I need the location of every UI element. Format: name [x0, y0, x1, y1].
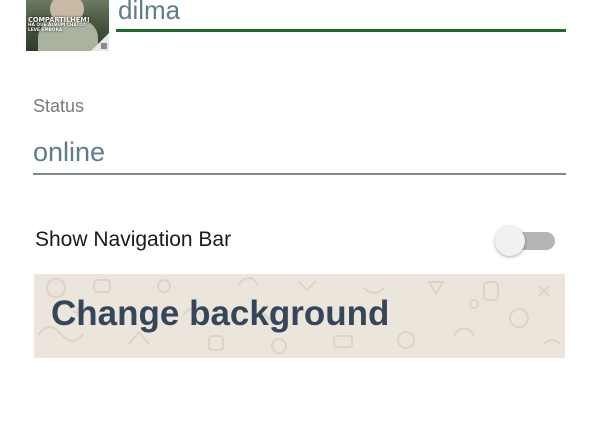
change-background-label: Change background: [51, 294, 390, 333]
navigation-bar-setting-row[interactable]: Show Navigation Bar: [35, 218, 565, 262]
avatar-caption: COMPARTILHEM! HÁ QUE ÁLBUM CHATO? LEVE E…: [28, 16, 107, 34]
change-background-button[interactable]: Change background: [34, 274, 565, 358]
name-input[interactable]: dilma: [116, 0, 566, 32]
status-input[interactable]: online: [33, 132, 566, 175]
navigation-bar-label: Show Navigation Bar: [35, 228, 232, 251]
navigation-bar-toggle[interactable]: [495, 224, 557, 256]
profile-settings-screen: COMPARTILHEM! HÁ QUE ÁLBUM CHATO? LEVE E…: [0, 0, 600, 445]
avatar-edit-icon: [101, 43, 107, 49]
status-label: Status: [33, 96, 85, 116]
profile-avatar[interactable]: COMPARTILHEM! HÁ QUE ÁLBUM CHATO? LEVE E…: [26, 0, 109, 51]
toggle-thumb: [495, 226, 525, 256]
